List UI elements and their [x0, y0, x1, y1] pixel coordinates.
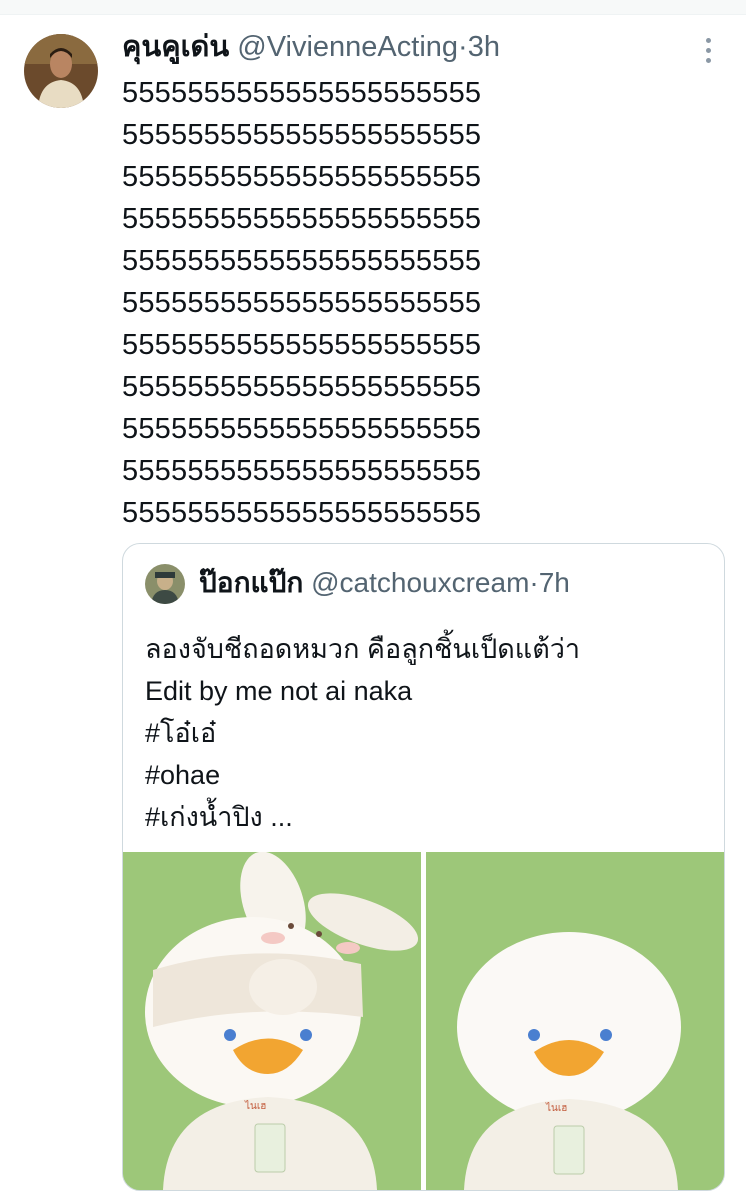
- tweet-body: 5555555555555555555555 55555555555555555…: [122, 72, 592, 534]
- tweet-body-line: 5555555555555555555555: [122, 371, 482, 403]
- tweet-body-line: 5555555555555555555555: [122, 287, 482, 319]
- svg-text:ไนเฮ: ไนเฮ: [545, 1102, 567, 1114]
- tweet-body-line: 5555555555555555555555: [122, 119, 482, 151]
- quoted-tweet-body: ลองจับชีถอดหมวก คือลูกชิ้นเป็ดแต้ว่า Edi…: [145, 628, 580, 838]
- duck-toy-with-bunny-hat-photo[interactable]: ไนเฮ: [123, 852, 421, 1190]
- tweet-body-line: 5555555555555555555555: [122, 329, 482, 361]
- svg-text:ไนเฮ: ไนเฮ: [244, 1100, 266, 1112]
- user-avatar[interactable]: [24, 34, 98, 108]
- user-handle[interactable]: @VivienneActing: [237, 31, 458, 63]
- top-divider: [0, 0, 746, 15]
- quoted-text-line: ลองจับชีถอดหมวก คือลูกชิ้นเป็ดแต้ว่า: [145, 634, 581, 664]
- hashtag-link[interactable]: #ohae: [145, 754, 580, 796]
- display-name[interactable]: คุนคูเด่น: [122, 31, 229, 63]
- tweet-body-line: 5555555555555555555555: [122, 161, 482, 193]
- separator-dot: ·: [529, 567, 539, 598]
- hashtag-link[interactable]: #โอ๋เอ๋: [145, 712, 580, 754]
- tweet-body-line: 5555555555555555555555: [122, 245, 482, 277]
- quoted-tweet-header: ป๊อกแป๊ก @catchouxcream·7h: [199, 566, 570, 600]
- tweet-body-line: 5555555555555555555555: [122, 455, 482, 487]
- separator-dot: ·: [458, 31, 468, 63]
- more-vertical-icon[interactable]: [696, 36, 720, 66]
- tweet-body-line: 5555555555555555555555: [122, 77, 482, 109]
- timestamp[interactable]: 3h: [468, 31, 500, 63]
- quoted-timestamp[interactable]: 7h: [539, 567, 570, 598]
- quoted-tweet-card[interactable]: ป๊อกแป๊ก @catchouxcream·7h ลองจับชีถอดหม…: [122, 543, 725, 1191]
- tweet-body-line: 5555555555555555555555: [122, 203, 482, 235]
- quoted-text-line: Edit by me not ai naka: [145, 676, 413, 706]
- tweet-body-line: 5555555555555555555555: [122, 497, 482, 529]
- quoted-user-handle[interactable]: @catchouxcream: [311, 567, 529, 598]
- tweet-body-line: 5555555555555555555555: [122, 413, 482, 445]
- tweet-header: คุนคูเด่น @VivienneActing·3h: [122, 30, 500, 64]
- quoted-display-name[interactable]: ป๊อกแป๊ก: [199, 567, 303, 598]
- hashtag-link[interactable]: #เก่งน้ำปิง ...: [145, 796, 580, 838]
- quoted-user-avatar[interactable]: [145, 564, 185, 604]
- duck-toy-without-hat-photo[interactable]: ไนเฮ: [426, 852, 724, 1190]
- media-grid: ไนเฮ ไนเฮ: [123, 852, 724, 1190]
